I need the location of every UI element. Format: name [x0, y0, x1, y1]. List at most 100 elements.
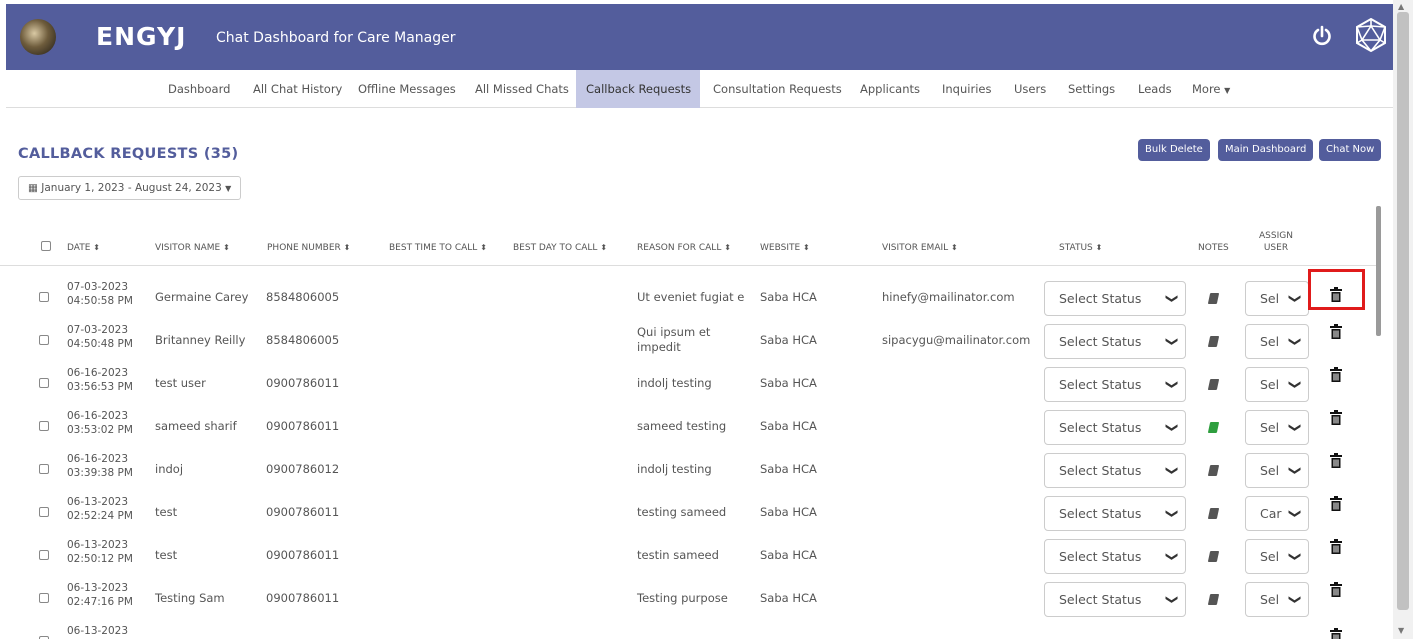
- notes-icon[interactable]: [1207, 379, 1220, 390]
- chevron-down-icon: ❯: [1288, 379, 1303, 390]
- col-best-time-label: BEST TIME TO CALL: [389, 243, 478, 253]
- col-best-time[interactable]: BEST TIME TO CALL ⬍: [389, 243, 487, 253]
- nav-offline-messages[interactable]: Offline Messages: [348, 70, 466, 108]
- notes-icon[interactable]: [1207, 551, 1220, 562]
- page-title: CALLBACK REQUESTS (35): [18, 146, 239, 162]
- nav-settings[interactable]: Settings: [1058, 70, 1125, 108]
- row-assign-user-select[interactable]: Sel ❯: [1245, 324, 1309, 359]
- main-nav: Dashboard All Chat History Offline Messa…: [6, 70, 1393, 108]
- trash-icon[interactable]: [1329, 453, 1343, 468]
- select-all-checkbox[interactable]: [41, 241, 51, 251]
- row-status-select[interactable]: Select Status ❯: [1044, 453, 1186, 488]
- row-checkbox[interactable]: [39, 335, 49, 345]
- row-date-day: 06-16-2023: [67, 367, 129, 379]
- nav-users[interactable]: Users: [1004, 70, 1056, 108]
- row-assign-user-select[interactable]: Sel ❯: [1245, 410, 1309, 445]
- trash-icon[interactable]: [1329, 367, 1343, 382]
- row-reason: indolj testing: [637, 462, 712, 476]
- col-phone-number[interactable]: PHONE NUMBER ⬍: [267, 243, 350, 253]
- page-scrollbar-thumb[interactable]: [1397, 12, 1409, 610]
- row-date: 06-13-2023 02:50:12 PM: [67, 538, 157, 566]
- trash-icon[interactable]: [1329, 539, 1343, 554]
- page-scrollbar[interactable]: ▲ ▼: [1393, 0, 1413, 639]
- sort-icon: ⬍: [724, 243, 731, 252]
- scroll-up-arrow-icon[interactable]: ▲: [1398, 2, 1404, 11]
- main-dashboard-button[interactable]: Main Dashboard: [1218, 139, 1314, 161]
- trash-icon[interactable]: [1329, 496, 1343, 511]
- nav-consultation-requests[interactable]: Consultation Requests: [703, 70, 852, 108]
- row-assign-user-select[interactable]: Sel ❯: [1245, 453, 1309, 488]
- col-best-day[interactable]: BEST DAY TO CALL ⬍: [513, 243, 607, 253]
- row-website: Saba HCA: [760, 419, 817, 433]
- row-status-select[interactable]: Select Status ❯: [1044, 496, 1186, 531]
- row-status-select[interactable]: Select Status ❯: [1044, 582, 1186, 617]
- notes-icon[interactable]: [1207, 293, 1220, 304]
- nav-callback-requests[interactable]: Callback Requests: [576, 70, 700, 108]
- nav-leads[interactable]: Leads: [1128, 70, 1182, 108]
- scroll-down-arrow-icon[interactable]: ▼: [1398, 626, 1404, 635]
- trash-icon[interactable]: [1329, 324, 1343, 339]
- top-header: ENGYJ Chat Dashboard for Care Manager: [6, 4, 1393, 70]
- notes-icon[interactable]: [1207, 336, 1220, 347]
- row-visitor-name: test user: [155, 376, 206, 390]
- row-date-time: 03:56:53 PM: [67, 381, 133, 393]
- row-date-day: 06-13-2023: [67, 625, 129, 637]
- row-checkbox[interactable]: [39, 292, 49, 302]
- col-date[interactable]: DATE ⬍: [67, 243, 100, 253]
- power-icon[interactable]: [1312, 25, 1332, 47]
- row-checkbox[interactable]: [39, 550, 49, 560]
- col-website[interactable]: WEBSITE ⬍: [760, 243, 810, 253]
- row-status-select[interactable]: Select Status ❯: [1044, 367, 1186, 402]
- row-status-select[interactable]: Select Status ❯: [1044, 281, 1186, 316]
- bulk-delete-button[interactable]: Bulk Delete: [1138, 139, 1210, 161]
- row-assign-user-select[interactable]: Sel ❯: [1245, 582, 1309, 617]
- row-status-select[interactable]: Select Status ❯: [1044, 539, 1186, 574]
- row-date-day: 07-03-2023: [67, 281, 129, 293]
- brand-logo-text: ENGYJ: [96, 22, 187, 51]
- table-scrollbar[interactable]: [1376, 206, 1381, 336]
- nav-inquiries[interactable]: Inquiries: [932, 70, 1001, 108]
- row-date-time: 02:47:16 PM: [67, 596, 133, 608]
- row-checkbox[interactable]: [39, 378, 49, 388]
- row-assign-value: Sel: [1260, 463, 1280, 478]
- col-date-label: DATE: [67, 243, 91, 253]
- col-visitor-email[interactable]: VISITOR EMAIL ⬍: [882, 243, 958, 253]
- notes-icon[interactable]: [1207, 465, 1220, 476]
- nav-all-chat-history[interactable]: All Chat History: [243, 70, 352, 108]
- nav-applicants[interactable]: Applicants: [850, 70, 930, 108]
- row-date-day: 06-13-2023: [67, 539, 129, 551]
- row-checkbox[interactable]: [39, 464, 49, 474]
- notes-icon[interactable]: [1207, 508, 1220, 519]
- trash-icon[interactable]: [1329, 410, 1343, 425]
- col-status[interactable]: STATUS ⬍: [1059, 243, 1102, 253]
- nav-more[interactable]: More ▼: [1182, 70, 1240, 108]
- chat-now-button[interactable]: Chat Now: [1319, 139, 1382, 161]
- row-visitor-name: sameed sharif: [155, 419, 237, 433]
- col-reason[interactable]: REASON FOR CALL ⬍: [637, 243, 731, 253]
- notes-icon[interactable]: [1207, 594, 1220, 605]
- date-range-picker[interactable]: ▦ January 1, 2023 - August 24, 2023 ▼: [18, 176, 242, 200]
- row-date-time: 03:53:02 PM: [67, 424, 133, 436]
- nav-dashboard[interactable]: Dashboard: [158, 70, 240, 108]
- sort-icon: ⬍: [480, 243, 487, 252]
- col-visitor-name[interactable]: VISITOR NAME ⬍: [155, 243, 230, 253]
- chevron-down-icon: ❯: [1165, 508, 1180, 519]
- row-assign-user-select[interactable]: Sel ❯: [1245, 281, 1309, 316]
- row-phone: 0900786011: [266, 419, 340, 433]
- row-status-select[interactable]: Select Status ❯: [1044, 324, 1186, 359]
- trash-icon[interactable]: [1329, 628, 1343, 639]
- row-checkbox[interactable]: [39, 593, 49, 603]
- chevron-down-icon: ❯: [1165, 422, 1180, 433]
- avatar[interactable]: [20, 19, 56, 55]
- row-assign-user-select[interactable]: Sel ❯: [1245, 367, 1309, 402]
- row-assign-user-select[interactable]: Car ❯: [1245, 496, 1309, 531]
- notes-icon[interactable]: [1207, 422, 1220, 433]
- row-visitor-name: test: [155, 505, 178, 519]
- row-checkbox[interactable]: [39, 507, 49, 517]
- nav-all-missed-chats[interactable]: All Missed Chats: [465, 70, 579, 108]
- row-status-select[interactable]: Select Status ❯: [1044, 410, 1186, 445]
- row-checkbox[interactable]: [39, 421, 49, 431]
- trash-icon[interactable]: [1329, 582, 1343, 597]
- row-date: 06-13-2023 02:47:16 PM: [67, 581, 157, 609]
- row-assign-user-select[interactable]: Sel ❯: [1245, 539, 1309, 574]
